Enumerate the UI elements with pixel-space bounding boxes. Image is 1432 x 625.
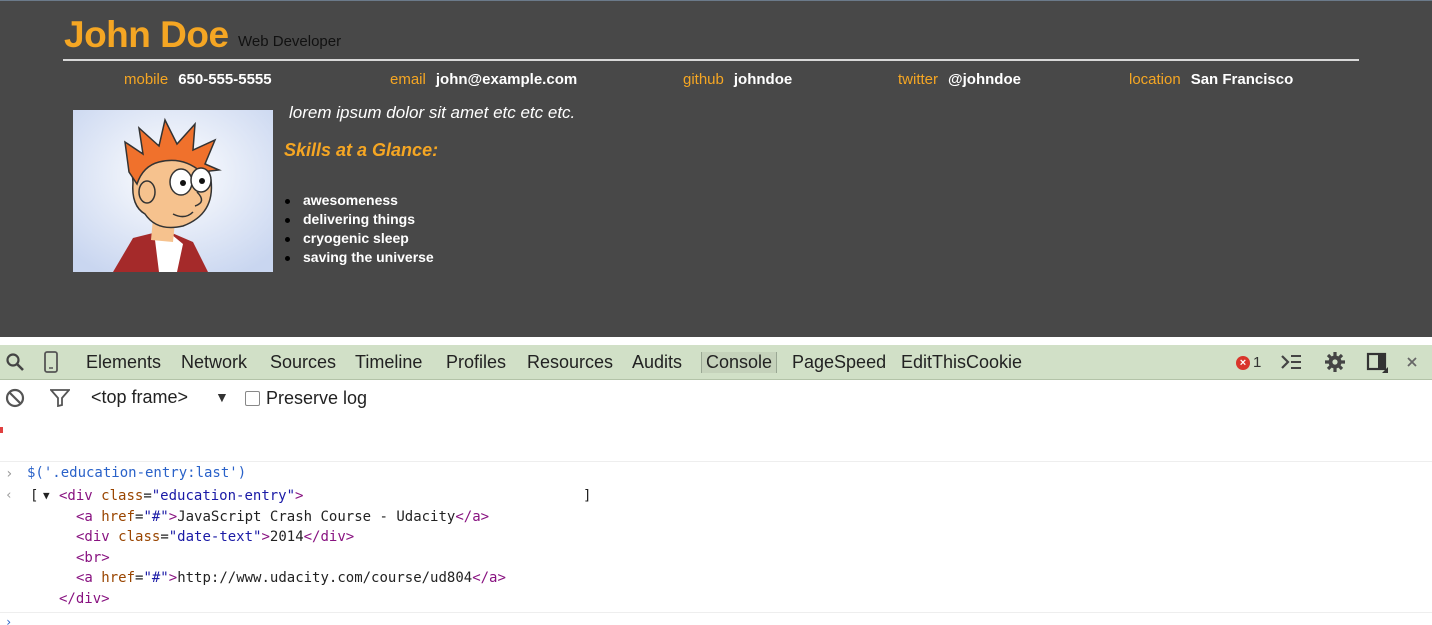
attr-value: "#" (143, 570, 169, 586)
tab-elements[interactable]: Elements (86, 352, 161, 373)
tag: <a (76, 570, 93, 586)
contact-twitter: twitter @johndoe (898, 71, 1021, 89)
gear-icon[interactable] (1323, 350, 1347, 374)
contact-mobile: mobile 650-555-5555 (124, 71, 272, 89)
error-count: 1 (1253, 354, 1262, 371)
skill-item: saving the universe (285, 249, 434, 265)
profile-photo (73, 110, 273, 272)
text-node: http://www.udacity.com/course/ud804 (177, 570, 473, 586)
error-count-badge[interactable]: × 1 (1236, 354, 1261, 371)
header-divider (63, 59, 1359, 61)
contact-github: github johndoe (683, 71, 792, 89)
element-div-education-entry[interactable]: <div class="education-entry"> (59, 486, 303, 506)
tab-network[interactable]: Network (181, 352, 247, 373)
skills-list: awesomeness delivering things cryogenic … (285, 191, 434, 267)
console-divider (0, 461, 1432, 462)
resume-role: Web Developer (238, 33, 342, 50)
device-mode-icon[interactable] (39, 350, 63, 374)
devtools-panel: Elements Network Sources Timeline Profil… (0, 337, 1432, 625)
skill-item: delivering things (285, 210, 434, 229)
resume-name: John Doe (64, 14, 229, 55)
tag: <div (76, 529, 110, 545)
tag: > (295, 488, 304, 504)
tag: > (168, 509, 178, 525)
attr-name: href (101, 509, 136, 525)
tag: <div (59, 488, 93, 504)
contact-label: github (683, 71, 724, 88)
console-command: $('.education-entry:last') (27, 465, 247, 481)
tab-pagespeed[interactable]: PageSpeed (792, 352, 886, 373)
dock-side-icon[interactable] (1365, 350, 1389, 374)
attr-value: "date-text" (168, 529, 262, 545)
console-prompt-icon[interactable]: › (5, 615, 12, 625)
console-toolbar: <top frame> ▼ Preserve log (0, 381, 1432, 415)
contact-label: location (1129, 71, 1181, 88)
tag: </a> (472, 570, 506, 586)
tag: <a (76, 509, 93, 525)
expand-triangle-icon[interactable]: ▼ (43, 486, 50, 506)
tag: </div> (303, 529, 355, 545)
clear-console-icon[interactable] (3, 386, 27, 410)
contact-label: twitter (898, 71, 939, 88)
contact-email: email john@example.com (390, 71, 577, 89)
tab-console[interactable]: Console (701, 352, 778, 373)
result-chevron-icon: ‹ (5, 488, 13, 503)
contact-location: location San Francisco (1129, 71, 1293, 89)
tag: <br> (76, 550, 110, 566)
preserve-log-checkbox[interactable] (245, 391, 260, 406)
tab-editthiscookie[interactable]: EditThisCookie (901, 352, 1022, 373)
filter-icon[interactable] (48, 386, 72, 410)
attr-name: class (101, 488, 144, 504)
tab-timeline[interactable]: Timeline (355, 352, 422, 373)
result-open-bracket: [ (30, 488, 39, 504)
tab-profiles[interactable]: Profiles (446, 352, 506, 373)
attr-value: "#" (143, 509, 169, 525)
skill-item: cryogenic sleep (285, 229, 434, 248)
contact-value: johndoe (733, 71, 793, 88)
element-br[interactable]: <br> (76, 548, 110, 568)
tag: </div> (59, 591, 110, 607)
resume-page: John Doe Web Developer mobile 650-555-555… (0, 0, 1432, 337)
tab-resources[interactable]: Resources (527, 352, 613, 373)
contact-label: email (390, 71, 426, 88)
skill-item: awesomeness (285, 191, 434, 210)
tag: > (261, 529, 270, 545)
element-a-url[interactable]: <a href="#">http://www.udacity.com/cours… (76, 568, 506, 588)
text-node: JavaScript Crash Course - Udacity (177, 509, 456, 525)
welcome-message: lorem ipsum dolor sit amet etc etc etc. (289, 103, 576, 122)
element-div-close[interactable]: </div> (59, 589, 110, 609)
contact-value: john@example.com (435, 71, 578, 88)
input-chevron-icon: › (5, 466, 14, 482)
text-node: 2014 (269, 529, 304, 545)
close-icon[interactable] (1400, 350, 1424, 374)
devtools-tab-bar: Elements Network Sources Timeline Profil… (0, 345, 1432, 380)
console-output: › $('.education-entry:last') ‹ [ ▼ <div … (0, 415, 1432, 625)
preserve-log-label[interactable]: Preserve log (266, 388, 367, 409)
element-a-course[interactable]: <a href="#">JavaScript Crash Course - Ud… (76, 507, 489, 527)
show-drawer-icon[interactable] (1279, 350, 1303, 374)
element-div-date-text[interactable]: <div class="date-text">2014</div> (76, 527, 354, 547)
search-icon[interactable] (3, 350, 27, 374)
error-marker (0, 427, 3, 433)
error-icon: × (1236, 355, 1250, 370)
tag: </a> (455, 509, 490, 525)
dropdown-arrow-icon[interactable]: ▼ (215, 389, 229, 405)
frame-select[interactable]: <top frame> (91, 387, 188, 408)
contact-value: San Francisco (1190, 71, 1294, 88)
skills-heading: Skills at a Glance: (284, 140, 439, 160)
contact-label: mobile (124, 71, 169, 88)
tab-sources[interactable]: Sources (270, 352, 336, 373)
tab-audits[interactable]: Audits (632, 352, 682, 373)
attr-name: href (101, 570, 136, 586)
attr-value: "education-entry" (151, 488, 296, 504)
tag: > (168, 570, 178, 586)
result-close-bracket: ] (583, 488, 592, 504)
contact-value: 650-555-5555 (178, 71, 272, 88)
contact-value: @johndoe (948, 71, 1021, 88)
attr-name: class (118, 529, 161, 545)
console-divider (0, 612, 1432, 613)
